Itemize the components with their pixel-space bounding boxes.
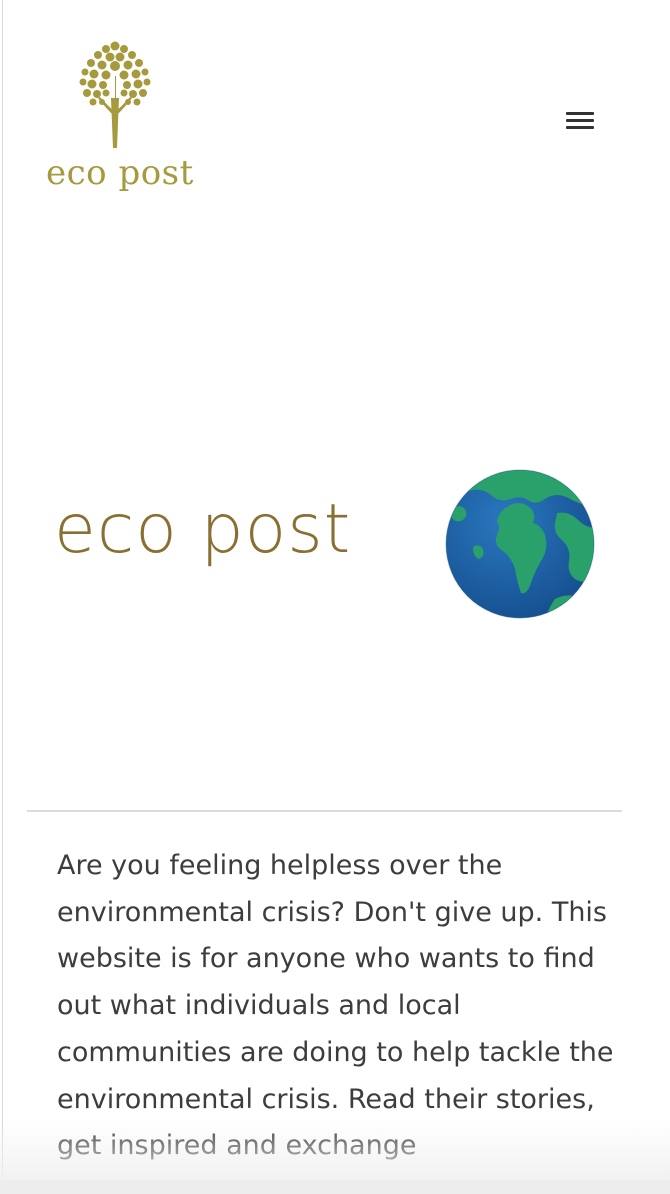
section-divider: [27, 810, 622, 812]
earth-globe-icon: [445, 469, 595, 619]
site-logo[interactable]: eco post: [40, 36, 193, 201]
hero-title: eco post: [54, 490, 352, 569]
tree-logo-icon: [79, 41, 151, 148]
browser-bottom-bar: [0, 1180, 670, 1194]
intro-paragraph: Are you feeling helpless over the enviro…: [57, 850, 614, 1162]
hamburger-menu-icon[interactable]: [560, 104, 600, 136]
logo-text: eco post: [46, 153, 194, 193]
page-border: [2, 0, 3, 1194]
